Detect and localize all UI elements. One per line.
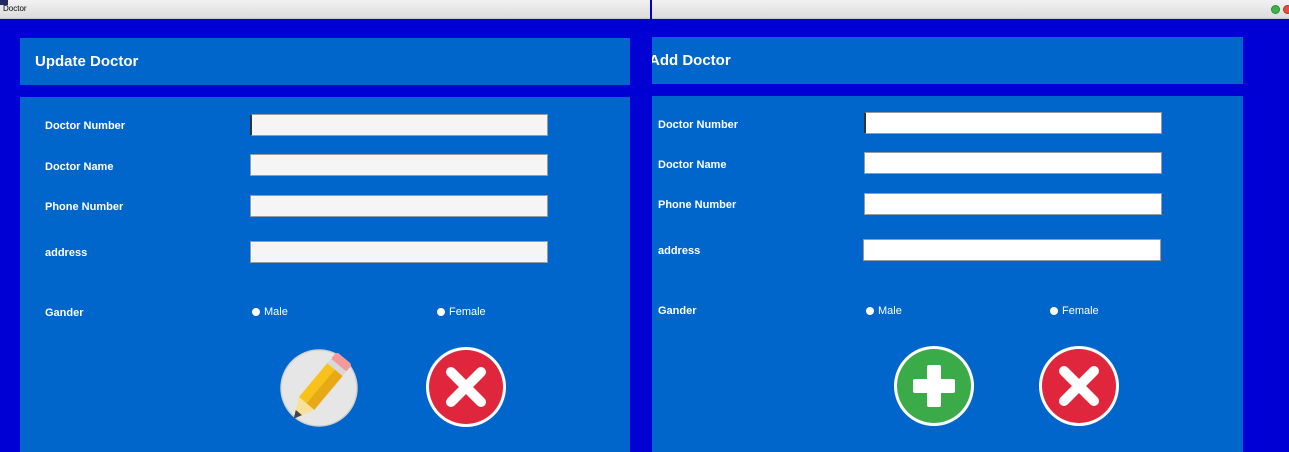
update-header-panel: Update Doctor <box>20 38 630 85</box>
maximize-icon[interactable] <box>1271 5 1280 14</box>
doctor-name-label: Doctor Name <box>658 159 727 171</box>
add-header-panel: Add Doctor <box>652 37 1243 84</box>
close-window-icon[interactable] <box>1283 5 1289 14</box>
gender-female-label: Female <box>1062 305 1099 317</box>
gender-label: Gander <box>658 305 697 317</box>
pencil-icon <box>280 349 358 427</box>
phone-number-label: Phone Number <box>658 199 737 211</box>
add-doctor-window: Add Doctor Doctor Number Doctor Name Pho… <box>652 0 1289 452</box>
page-title: Update Doctor <box>35 53 139 70</box>
add-button[interactable] <box>893 345 975 427</box>
radio-dot-icon <box>252 308 260 316</box>
gender-female-radio[interactable]: Female <box>437 306 486 318</box>
gender-male-label: Male <box>878 305 902 317</box>
doctor-name-label: Doctor Name <box>45 161 114 173</box>
phone-number-input[interactable] <box>250 195 548 217</box>
doctor-name-input[interactable] <box>864 152 1162 174</box>
window-titlebar[interactable] <box>652 0 1289 19</box>
cancel-button[interactable] <box>425 346 507 428</box>
doctor-number-label: Doctor Number <box>45 120 126 132</box>
doctor-number-label: Doctor Number <box>658 119 739 131</box>
gender-male-radio[interactable]: Male <box>252 306 288 318</box>
radio-dot-icon <box>437 308 445 316</box>
gender-male-label: Male <box>264 306 288 318</box>
doctor-name-input[interactable] <box>250 154 548 176</box>
gender-male-radio[interactable]: Male <box>866 305 902 317</box>
close-icon <box>1039 346 1119 426</box>
phone-number-label: Phone Number <box>45 201 124 213</box>
window-titlebar[interactable]: Doctor <box>0 0 650 19</box>
cancel-button[interactable] <box>1038 345 1120 427</box>
phone-number-input[interactable] <box>864 193 1162 215</box>
address-label: address <box>45 247 88 259</box>
radio-dot-icon <box>1050 307 1058 315</box>
update-doctor-window: Doctor Update Doctor Doctor Number Docto… <box>0 0 652 452</box>
address-input[interactable] <box>863 239 1161 261</box>
update-button[interactable] <box>278 345 360 427</box>
gender-female-radio[interactable]: Female <box>1050 305 1099 317</box>
gender-female-label: Female <box>449 306 486 318</box>
page-title: Add Doctor <box>652 52 731 69</box>
doctor-number-input[interactable] <box>250 114 548 136</box>
doctor-number-input[interactable] <box>864 112 1162 134</box>
window-corner <box>0 0 8 5</box>
address-input[interactable] <box>250 241 548 263</box>
gender-label: Gander <box>45 307 84 319</box>
radio-dot-icon <box>866 307 874 315</box>
update-form-panel: Doctor Number Doctor Name Phone Number a… <box>20 97 630 452</box>
address-label: address <box>658 245 701 257</box>
close-icon <box>426 347 506 427</box>
add-form-panel: Doctor Number Doctor Name Phone Number a… <box>652 96 1243 452</box>
plus-icon <box>894 346 974 426</box>
